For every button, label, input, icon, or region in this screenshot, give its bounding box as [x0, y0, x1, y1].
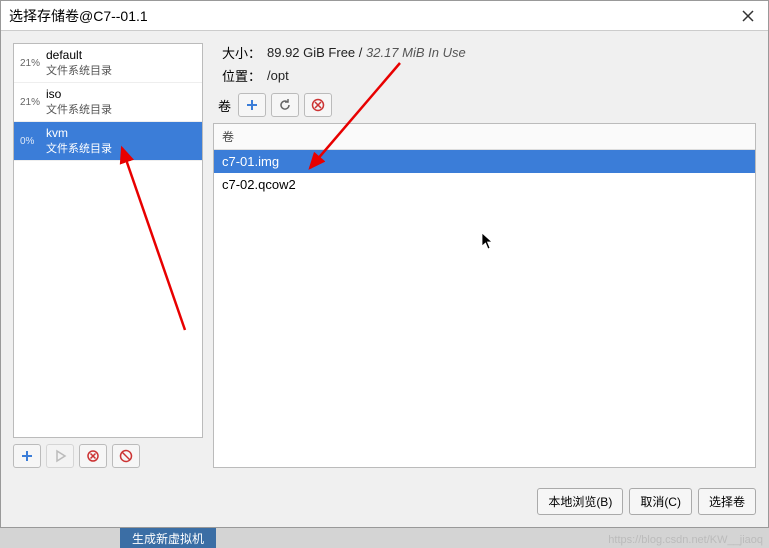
right-panel: 大小： 89.92 GiB Free / 32.17 MiB In Use 位置…: [213, 43, 756, 468]
pool-type: 文件系统目录: [46, 140, 112, 156]
size-free: 89.92 GiB Free: [267, 45, 355, 60]
volume-item[interactable]: c7-01.img: [214, 150, 755, 173]
pool-percent: 0%: [20, 136, 46, 147]
pool-add-button[interactable]: [13, 444, 41, 468]
close-icon: [742, 10, 754, 22]
volume-toolbar-label: 卷: [213, 96, 231, 115]
location-value: /opt: [267, 68, 289, 83]
pool-item-kvm[interactable]: 0% kvm 文件系统目录: [14, 122, 202, 161]
background-task-label: 生成新虚拟机: [120, 528, 216, 548]
volume-list-header: 卷: [214, 124, 755, 150]
window-close-button[interactable]: [736, 4, 760, 28]
volume-delete-button[interactable]: [304, 93, 332, 117]
dialog-footer: 本地浏览(B) 取消(C) 选择卷: [1, 480, 768, 527]
pool-item-default[interactable]: 21% default 文件系统目录: [14, 44, 202, 83]
plus-icon: [20, 449, 34, 463]
left-panel: 21% default 文件系统目录 21% iso 文件系统目录 0%: [13, 43, 203, 468]
location-row: 位置： /opt: [213, 66, 756, 85]
size-inuse: 32.17 MiB In Use: [366, 45, 466, 60]
pool-toolbar: [13, 444, 203, 468]
volume-item[interactable]: c7-02.qcow2: [214, 173, 755, 196]
window-title: 选择存储卷@C7--01.1: [9, 6, 148, 26]
pool-name: kvm: [46, 126, 112, 140]
size-label: 大小：: [213, 43, 261, 62]
delete-circle-icon: [311, 98, 325, 112]
pool-stop-button[interactable]: [79, 444, 107, 468]
delete-circle-icon: [119, 449, 133, 463]
storage-pool-list: 21% default 文件系统目录 21% iso 文件系统目录 0%: [13, 43, 203, 438]
location-label: 位置：: [213, 66, 261, 85]
pool-percent: 21%: [20, 97, 46, 108]
browse-local-button[interactable]: 本地浏览(B): [537, 488, 623, 515]
pool-type: 文件系统目录: [46, 101, 112, 117]
pool-delete-button[interactable]: [112, 444, 140, 468]
pool-type: 文件系统目录: [46, 62, 112, 78]
pool-text: iso 文件系统目录: [46, 87, 112, 117]
dialog-content: 21% default 文件系统目录 21% iso 文件系统目录 0%: [1, 31, 768, 480]
stop-x-icon: [86, 449, 100, 463]
volume-add-button[interactable]: [238, 93, 266, 117]
watermark-text: https://blog.csdn.net/KW__jiaoq: [608, 534, 763, 546]
pool-name: iso: [46, 87, 112, 101]
pool-item-iso[interactable]: 21% iso 文件系统目录: [14, 83, 202, 122]
size-row: 大小： 89.92 GiB Free / 32.17 MiB In Use: [213, 43, 756, 62]
size-sep: /: [355, 45, 366, 60]
volume-refresh-button[interactable]: [271, 93, 299, 117]
pool-name: default: [46, 48, 112, 62]
pool-text: kvm 文件系统目录: [46, 126, 112, 156]
pool-start-button[interactable]: [46, 444, 74, 468]
volume-list-container: 卷 c7-01.img c7-02.qcow2: [213, 123, 756, 468]
play-icon: [53, 449, 67, 463]
cancel-button[interactable]: 取消(C): [629, 488, 692, 515]
volume-list: c7-01.img c7-02.qcow2: [214, 150, 755, 467]
titlebar: 选择存储卷@C7--01.1: [1, 1, 768, 31]
dialog-window: 选择存储卷@C7--01.1 21% default 文件系统目录 21% is…: [0, 0, 769, 528]
pool-percent: 21%: [20, 58, 46, 69]
plus-icon: [245, 98, 259, 112]
pool-text: default 文件系统目录: [46, 48, 112, 78]
size-value: 89.92 GiB Free / 32.17 MiB In Use: [267, 45, 466, 60]
volume-toolbar: 卷: [213, 93, 756, 117]
choose-volume-button[interactable]: 选择卷: [698, 488, 756, 515]
refresh-icon: [278, 98, 292, 112]
